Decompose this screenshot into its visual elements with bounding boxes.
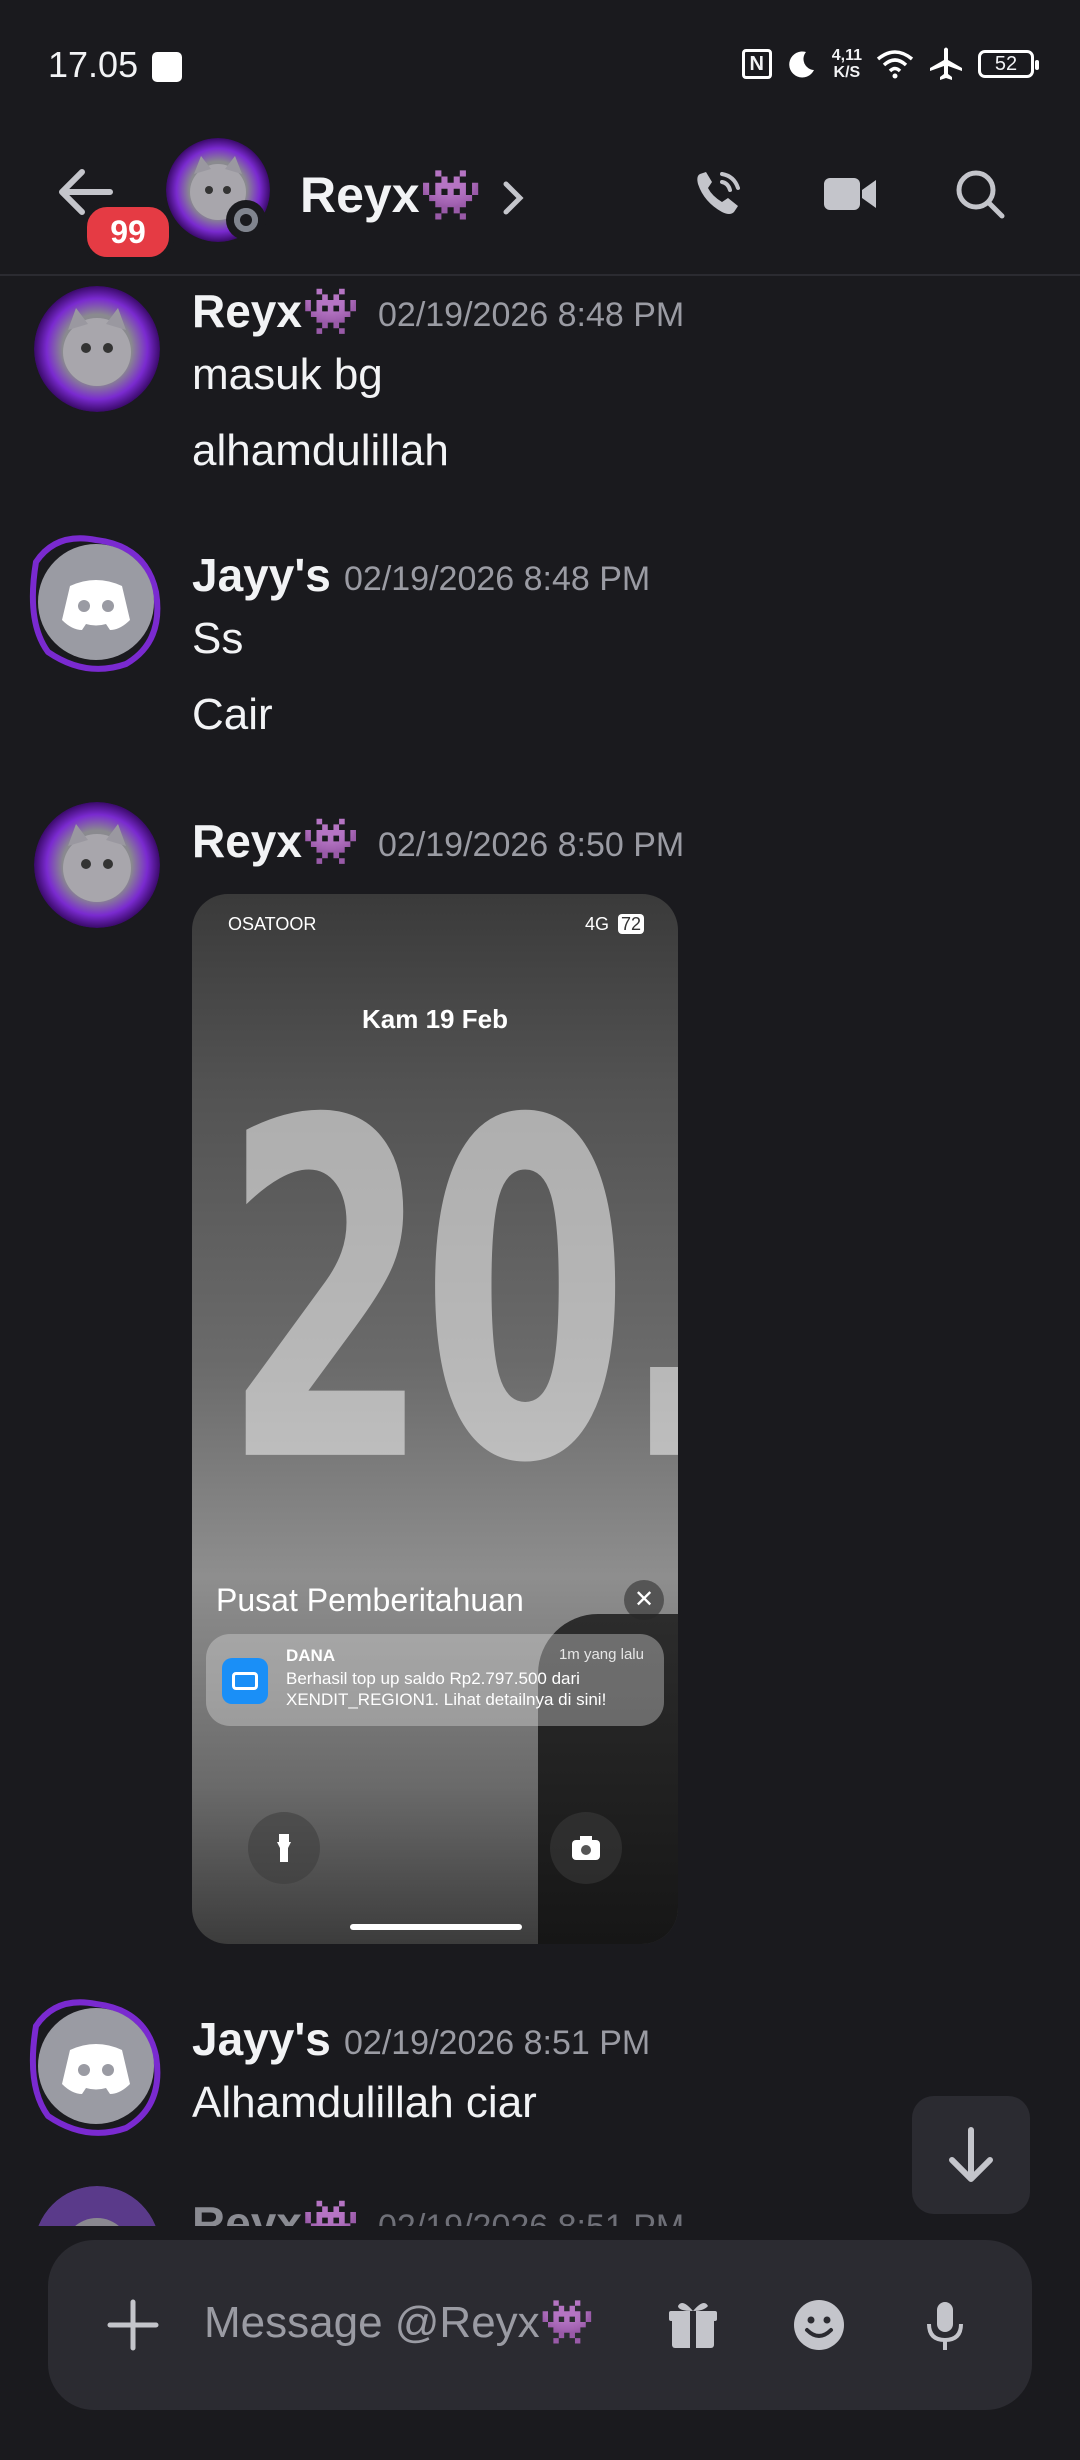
- status-time: 17.05: [48, 44, 139, 85]
- gift-icon[interactable]: [664, 2296, 722, 2354]
- attachment-battery: 72: [617, 914, 644, 934]
- status-bar: 17.05 N 4,11 K/S 52: [0, 0, 1080, 130]
- network-speed: 4,11 K/S: [832, 47, 862, 81]
- attachment-network-type: 4G: [584, 914, 609, 934]
- battery-indicator: 52: [978, 50, 1039, 78]
- chat-header: 99 Reyx👾: [0, 130, 1080, 276]
- message-timestamp: 02/19/2026 8:51 PM: [344, 2024, 651, 2062]
- notification-card: DANA 1m yang lalu Berhasil top up saldo …: [206, 1634, 664, 1726]
- message-timestamp: 02/19/2026 8:50 PM: [378, 826, 685, 864]
- close-icon: ✕: [624, 1580, 664, 1620]
- message-timestamp: 02/19/2026 8:48 PM: [378, 296, 685, 334]
- plus-icon[interactable]: [104, 2296, 162, 2354]
- jump-to-present-button[interactable]: [912, 2096, 1030, 2214]
- image-attachment[interactable]: OSATOOR 4G 72 Kam 19 Feb 20.49 Pusat Pem…: [192, 894, 678, 1944]
- message-input[interactable]: Message @Reyx👾: [204, 2296, 594, 2348]
- airplane-mode-icon: [930, 47, 962, 80]
- avatar[interactable]: [34, 286, 160, 412]
- message-author[interactable]: Jayy's: [192, 548, 331, 602]
- attachment-clock: 20.49: [222, 1024, 678, 1565]
- message-text: Ss: [192, 614, 244, 663]
- attachment-carrier: OSATOOR: [228, 914, 317, 934]
- wifi-icon: [876, 50, 914, 79]
- notification-app: DANA: [286, 1646, 336, 1665]
- network-speed-value: 4,11: [831, 47, 862, 64]
- status-icons: N 4,11 K/S 52: [741, 46, 1039, 82]
- message-timestamp: 02/19/2026 8:48 PM: [344, 560, 651, 598]
- message-text: alhamdulillah: [192, 426, 449, 475]
- message-composer: Message @Reyx👾: [48, 2240, 1032, 2410]
- avatar[interactable]: [26, 532, 166, 672]
- voice-call-icon[interactable]: [690, 166, 746, 222]
- dana-app-icon: [222, 1658, 268, 1704]
- chevron-right-icon[interactable]: [500, 178, 526, 218]
- notification-app-icon: [152, 52, 182, 82]
- microphone-icon[interactable]: [916, 2296, 974, 2354]
- presence-offline-icon: [226, 200, 266, 240]
- nfc-icon: N: [741, 49, 772, 79]
- header-username[interactable]: Reyx👾: [300, 166, 482, 225]
- notification-body: Berhasil top up saldo Rp2.797.500 dari X…: [286, 1669, 607, 1709]
- video-call-icon[interactable]: [820, 166, 880, 222]
- emoji-icon[interactable]: [790, 2296, 848, 2354]
- flashlight-icon: [248, 1812, 320, 1884]
- avatar[interactable]: [26, 1996, 166, 2136]
- message-text: Cair: [192, 690, 273, 739]
- home-indicator: [350, 1924, 522, 1930]
- arrow-down-icon: [949, 2127, 993, 2182]
- moon-icon: [788, 51, 814, 78]
- search-icon[interactable]: [952, 166, 1008, 222]
- attachment-network: 4G 72: [585, 914, 644, 935]
- message-text: Alhamdulillah ciar: [192, 2078, 537, 2127]
- message-author[interactable]: Reyx👾: [192, 284, 359, 339]
- message-author[interactable]: Jayy's: [192, 2012, 331, 2066]
- message-text: masuk bg: [192, 350, 383, 399]
- notification-center-title: Pusat Pemberitahuan: [216, 1582, 524, 1618]
- camera-icon: [550, 1812, 622, 1884]
- avatar[interactable]: [34, 802, 160, 928]
- message-author[interactable]: Reyx👾: [192, 814, 359, 869]
- network-speed-unit: K/S: [833, 64, 861, 81]
- notification-time: 1m yang lalu: [558, 1646, 644, 1663]
- unread-badge: 99: [82, 202, 174, 262]
